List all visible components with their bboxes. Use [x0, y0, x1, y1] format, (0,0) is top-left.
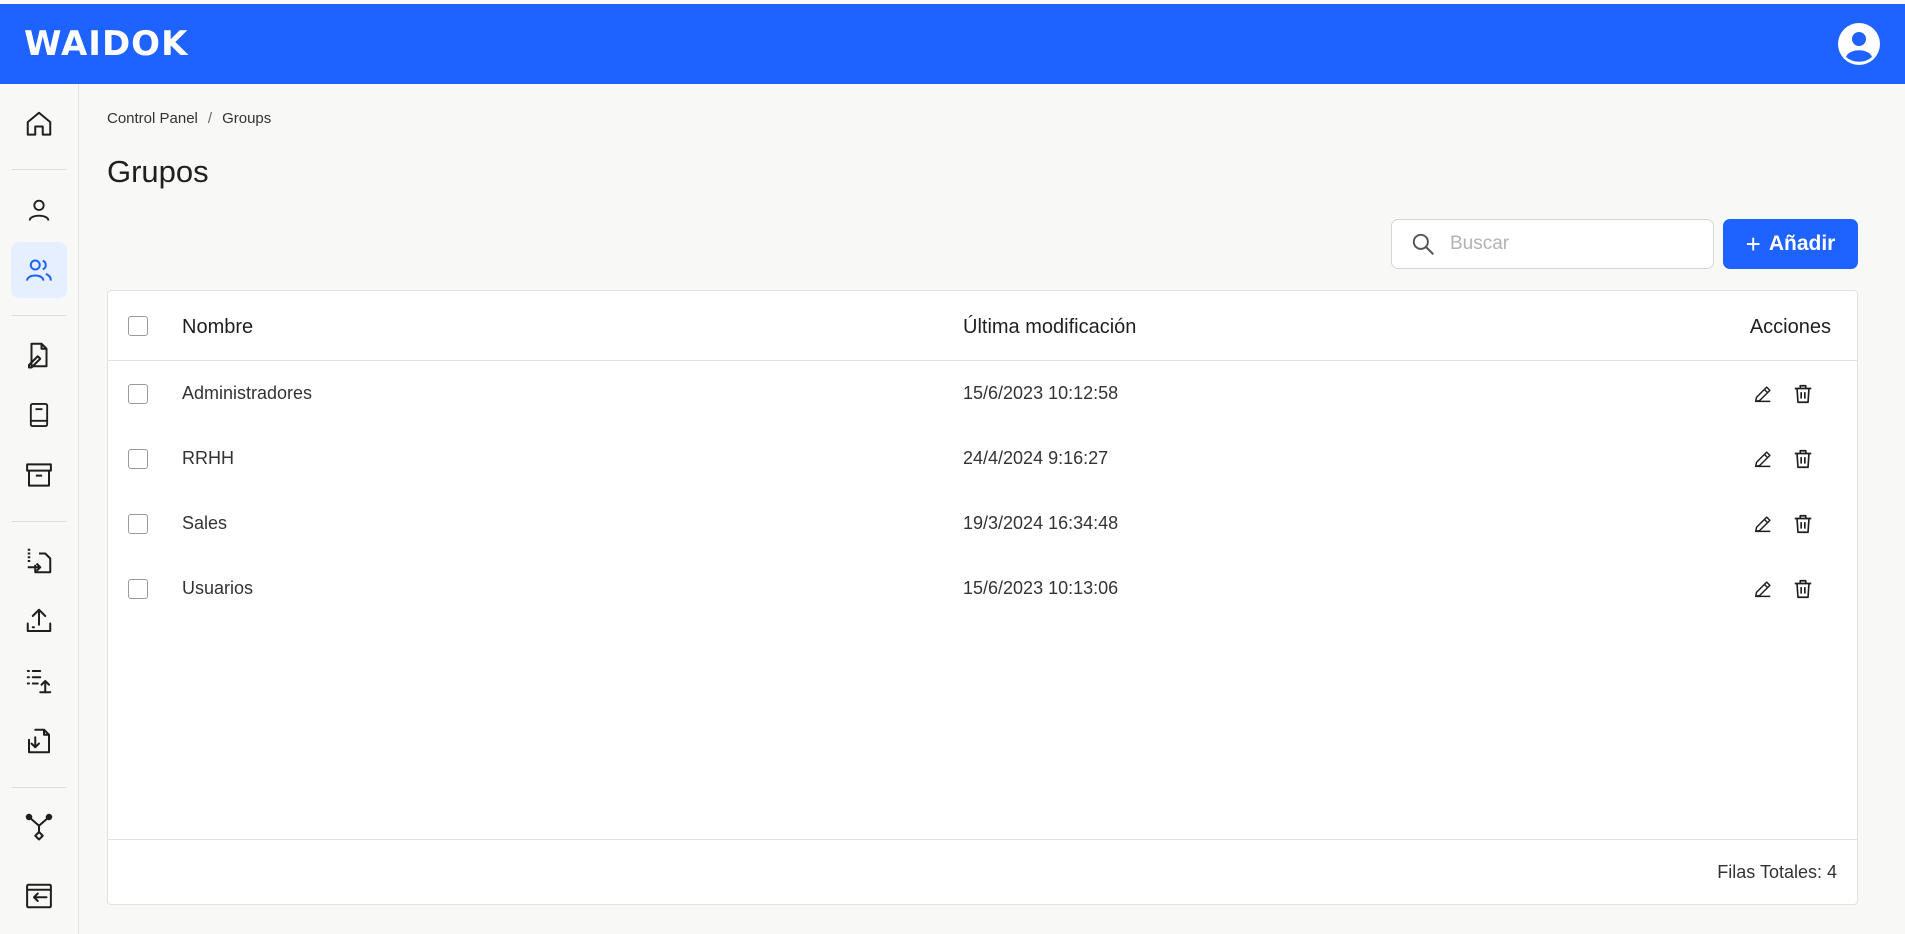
sidebar-item-logout[interactable] — [11, 868, 67, 924]
file-transfer-icon — [27, 548, 52, 574]
delete-button[interactable] — [1791, 382, 1815, 406]
breadcrumb-separator: / — [207, 110, 213, 127]
breadcrumb-item-groups: Groups — [222, 110, 272, 127]
table-row[interactable]: Administradores 15/6/2023 10:12:58 — [108, 362, 1857, 427]
row-modified: 24/4/2024 9:16:27 — [963, 448, 1109, 468]
add-button-label: Añadir — [1768, 232, 1836, 255]
file-download-icon — [28, 728, 50, 754]
search-box[interactable] — [1391, 219, 1714, 269]
column-header-modified[interactable]: Última modificación — [963, 316, 1136, 339]
sidebar-item-groups[interactable] — [11, 242, 67, 298]
delete-button[interactable] — [1791, 447, 1815, 471]
trash-icon — [1794, 579, 1812, 599]
document-edit-icon — [28, 342, 48, 369]
sidebar-divider — [12, 787, 66, 788]
upload-icon — [26, 608, 52, 632]
pencil-icon — [1754, 516, 1771, 533]
edit-button[interactable] — [1751, 512, 1775, 536]
breadcrumb: Control Panel / Groups — [107, 110, 271, 127]
total-rows-label: Filas Totales: 4 — [1717, 862, 1837, 882]
table-row[interactable]: Usuarios 15/6/2023 10:13:06 — [108, 557, 1857, 622]
user-avatar-button[interactable] — [1837, 22, 1881, 66]
select-all-checkbox[interactable] — [128, 316, 148, 336]
sidebar-item-document-edit[interactable] — [11, 327, 67, 383]
list-upload-icon — [26, 670, 52, 694]
search-input[interactable] — [1450, 233, 1700, 255]
search-icon — [1412, 233, 1434, 255]
sidebar — [0, 84, 79, 934]
breadcrumb-item-control-panel[interactable]: Control Panel — [107, 110, 198, 127]
home-icon — [26, 111, 52, 136]
column-header-actions: Acciones — [1749, 316, 1831, 338]
table-row[interactable]: Sales 19/3/2024 16:34:48 — [108, 492, 1857, 557]
pencil-icon — [1754, 451, 1771, 468]
row-checkbox[interactable] — [128, 514, 148, 534]
top-bar: WAIDOK — [0, 4, 1905, 84]
row-name: Sales — [182, 513, 228, 533]
main-content: Control Panel / Groups Grupos + Añadir N… — [80, 84, 1905, 934]
sidebar-item-user[interactable] — [11, 182, 67, 238]
table-header: Nombre Última modificación Acciones — [108, 291, 1857, 361]
row-name: RRHH — [182, 448, 234, 468]
sidebar-item-upload[interactable] — [11, 593, 67, 649]
row-checkbox[interactable] — [128, 384, 148, 404]
user-icon — [28, 199, 50, 221]
trash-icon — [1794, 449, 1812, 469]
row-modified: 15/6/2023 10:12:58 — [963, 383, 1119, 403]
edit-button[interactable] — [1751, 577, 1775, 601]
users-icon — [26, 259, 52, 281]
sidebar-item-file-transfer[interactable] — [11, 533, 67, 589]
table-footer: Filas Totales: 4 — [108, 839, 1857, 904]
sidebar-divider — [12, 521, 66, 522]
sidebar-item-home[interactable] — [11, 96, 67, 152]
table-row[interactable]: RRHH 24/4/2024 9:16:27 — [108, 427, 1857, 492]
row-checkbox[interactable] — [128, 449, 148, 469]
pencil-icon — [1754, 581, 1771, 598]
sidebar-item-file-download[interactable] — [11, 713, 67, 769]
sidebar-divider — [12, 315, 66, 316]
edit-button[interactable] — [1751, 447, 1775, 471]
trash-icon — [1794, 384, 1812, 404]
row-modified: 15/6/2023 10:13:06 — [963, 578, 1119, 598]
trash-icon — [1794, 514, 1812, 534]
page-title: Grupos — [107, 154, 209, 189]
book-icon — [29, 402, 49, 428]
row-checkbox[interactable] — [128, 579, 148, 599]
pencil-icon — [1754, 386, 1771, 403]
add-button[interactable]: + Añadir — [1723, 219, 1858, 269]
column-header-name[interactable]: Nombre — [182, 316, 253, 339]
workflow-icon — [25, 813, 53, 841]
app-logo[interactable]: WAIDOK — [24, 24, 188, 64]
plus-icon: + — [1745, 229, 1761, 259]
delete-button[interactable] — [1791, 512, 1815, 536]
delete-button[interactable] — [1791, 577, 1815, 601]
row-name: Administradores — [182, 383, 313, 403]
sidebar-divider — [12, 169, 66, 170]
sidebar-item-book[interactable] — [11, 387, 67, 443]
row-modified: 19/3/2024 16:34:48 — [963, 513, 1119, 533]
sidebar-item-workflow[interactable] — [11, 799, 67, 855]
user-circle-icon — [1838, 23, 1880, 65]
groups-table: Nombre Última modificación Acciones Admi… — [107, 290, 1858, 905]
edit-button[interactable] — [1751, 382, 1775, 406]
logout-icon — [26, 883, 52, 909]
row-name: Usuarios — [182, 578, 254, 598]
sidebar-item-list-upload[interactable] — [11, 653, 67, 709]
archive-icon — [26, 463, 52, 487]
sidebar-item-archive[interactable] — [11, 447, 67, 503]
